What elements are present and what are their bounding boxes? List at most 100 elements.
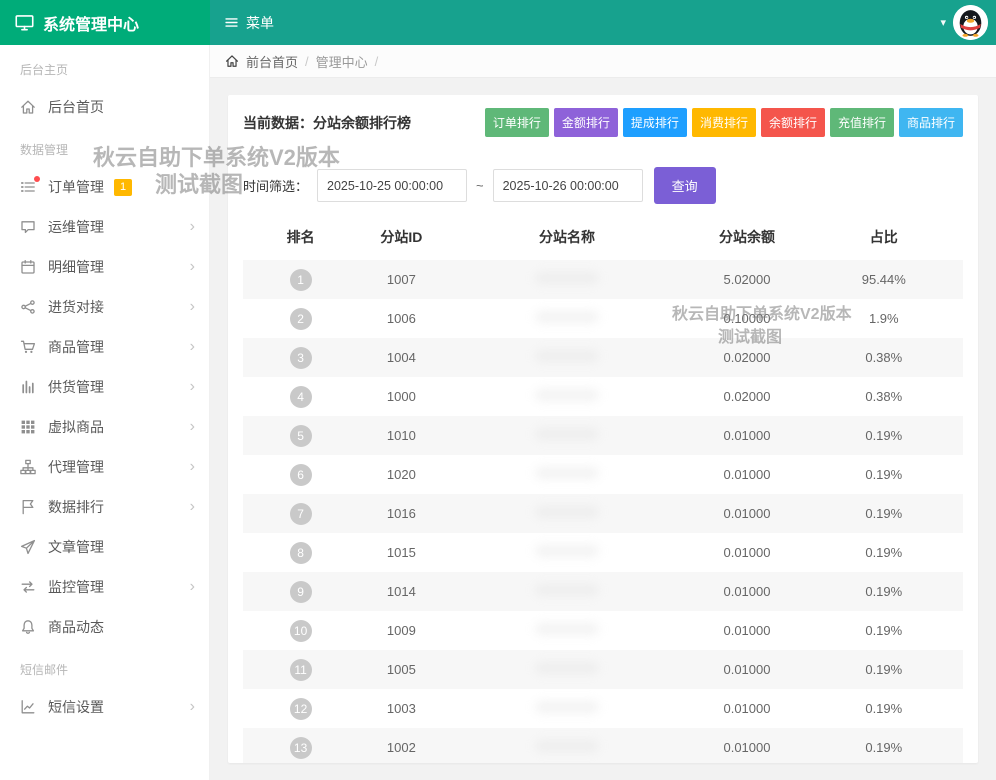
chevron-right-icon: › xyxy=(190,219,195,235)
site-id-cell: 1004 xyxy=(358,338,444,377)
exchange-icon xyxy=(20,579,36,595)
ratio-cell: 0.19% xyxy=(805,689,963,728)
rank-badge: 2 xyxy=(290,308,312,330)
cart-icon xyxy=(20,339,36,355)
user-avatar[interactable] xyxy=(953,5,988,40)
ratio-cell: 0.19% xyxy=(805,533,963,572)
chevron-right-icon: › xyxy=(190,579,195,595)
table-row[interactable]: 6 1020 0.01000 0.19% xyxy=(243,455,963,494)
ratio-cell: 0.38% xyxy=(805,377,963,416)
menu-toggle[interactable]: 菜单 xyxy=(224,13,274,33)
flag-icon xyxy=(20,499,36,515)
table-row[interactable]: 7 1016 0.01000 0.19% xyxy=(243,494,963,533)
site-id-cell: 1000 xyxy=(358,377,444,416)
balance-cell: 0.01000 xyxy=(689,494,804,533)
chevron-right-icon: › xyxy=(190,499,195,515)
table-row[interactable]: 4 1000 0.02000 0.38% xyxy=(243,377,963,416)
app-title: 系统管理中心 xyxy=(43,11,139,35)
menu-icon xyxy=(224,15,239,30)
site-name-cell xyxy=(445,260,690,299)
calendar-icon xyxy=(20,259,36,275)
table-row[interactable]: 8 1015 0.01000 0.19% xyxy=(243,533,963,572)
breadcrumb-separator: / xyxy=(305,54,309,69)
balance-cell: 0.01000 xyxy=(689,416,804,455)
redacted-site-name xyxy=(535,584,599,596)
ranking-card: 当前数据：分站余额排行榜 订单排行 金额排行 提成排行 消费排行 余额排行 充值… xyxy=(228,95,978,763)
sidebar-item-data-ranking[interactable]: 数据排行 › xyxy=(0,487,209,527)
home-icon xyxy=(225,54,239,68)
col-header-ratio: 占比 xyxy=(805,214,963,260)
rank-tab-orders[interactable]: 订单排行 xyxy=(485,108,549,137)
end-date-input[interactable] xyxy=(493,169,643,202)
table-row[interactable]: 5 1010 0.01000 0.19% xyxy=(243,416,963,455)
sidebar-item-virtual-goods[interactable]: 虚拟商品 › xyxy=(0,407,209,447)
rank-tab-consumption[interactable]: 消费排行 xyxy=(692,108,756,137)
table-row[interactable]: 10 1009 0.01000 0.19% xyxy=(243,611,963,650)
site-name-cell xyxy=(445,650,690,689)
site-name-cell xyxy=(445,728,690,763)
site-name-cell xyxy=(445,299,690,338)
sidebar-item-agent-management[interactable]: 代理管理 › xyxy=(0,447,209,487)
site-name-cell xyxy=(445,494,690,533)
rank-badge: 10 xyxy=(290,620,312,642)
site-id-cell: 1020 xyxy=(358,455,444,494)
sidebar-item-monitor-management[interactable]: 监控管理 › xyxy=(0,567,209,607)
sidebar-item-home[interactable]: 后台首页 xyxy=(0,87,209,127)
table-row[interactable]: 9 1014 0.01000 0.19% xyxy=(243,572,963,611)
sidebar-item-purchase-integration[interactable]: 进货对接 › xyxy=(0,287,209,327)
home-icon xyxy=(20,99,36,115)
ratio-cell: 0.19% xyxy=(805,728,963,763)
app-header: 系统管理中心 菜单 ▾ xyxy=(0,0,996,45)
breadcrumb-current-link[interactable]: 管理中心 xyxy=(316,52,368,71)
rank-badge: 3 xyxy=(290,347,312,369)
table-row[interactable]: 13 1002 0.01000 0.19% xyxy=(243,728,963,763)
sidebar-item-order-management[interactable]: 订单管理 1 xyxy=(0,167,209,207)
start-date-input[interactable] xyxy=(317,169,467,202)
breadcrumb-home-link[interactable]: 前台首页 xyxy=(246,52,298,71)
ratio-cell: 0.19% xyxy=(805,416,963,455)
site-name-cell xyxy=(445,377,690,416)
chevron-right-icon: › xyxy=(190,299,195,315)
rank-tab-goods[interactable]: 商品排行 xyxy=(899,108,963,137)
count-badge: 1 xyxy=(114,179,132,196)
share-icon xyxy=(20,299,36,315)
query-button[interactable]: 查询 xyxy=(654,167,716,204)
sidebar-item-supply-management[interactable]: 供货管理 › xyxy=(0,367,209,407)
topbar: 菜单 ▾ xyxy=(210,0,996,45)
redacted-site-name xyxy=(535,272,599,284)
table-row[interactable]: 11 1005 0.01000 0.19% xyxy=(243,650,963,689)
rank-tab-recharge[interactable]: 充值排行 xyxy=(830,108,894,137)
table-row[interactable]: 2 1006 0.10000 1.9% xyxy=(243,299,963,338)
rank-tab-balance[interactable]: 余额排行 xyxy=(761,108,825,137)
table-header-row: 排名 分站ID 分站名称 分站余额 占比 xyxy=(243,214,963,260)
caret-down-icon[interactable]: ▾ xyxy=(940,16,946,29)
redacted-site-name xyxy=(535,350,599,362)
balance-cell: 0.02000 xyxy=(689,377,804,416)
sidebar-item-detail-management[interactable]: 明细管理 › xyxy=(0,247,209,287)
sidebar-item-goods-dynamic[interactable]: 商品动态 xyxy=(0,607,209,647)
redacted-site-name xyxy=(535,428,599,440)
sidebar-item-label: 监控管理 xyxy=(48,577,104,597)
send-icon xyxy=(20,539,36,555)
brand[interactable]: 系统管理中心 xyxy=(0,0,210,45)
sidebar-item-label: 订单管理 xyxy=(48,177,104,197)
sidebar: 后台主页 后台首页 数据管理 订单管理 1 运维管理 › 明细管理 › 进 xyxy=(0,45,210,780)
sidebar-item-sms-settings[interactable]: 短信设置 › xyxy=(0,687,209,727)
notification-dot xyxy=(34,176,40,182)
redacted-site-name xyxy=(535,311,599,323)
sitemap-icon xyxy=(20,459,36,475)
table-row[interactable]: 1 1007 5.02000 95.44% xyxy=(243,260,963,299)
sidebar-item-goods-management[interactable]: 商品管理 › xyxy=(0,327,209,367)
sidebar-item-article-management[interactable]: 文章管理 xyxy=(0,527,209,567)
rank-badge: 11 xyxy=(290,659,312,681)
redacted-site-name xyxy=(535,701,599,713)
table-row[interactable]: 12 1003 0.01000 0.19% xyxy=(243,689,963,728)
rank-badge: 6 xyxy=(290,464,312,486)
list-icon xyxy=(20,179,36,195)
sidebar-item-ops-management[interactable]: 运维管理 › xyxy=(0,207,209,247)
site-name-cell xyxy=(445,338,690,377)
rank-tab-commission[interactable]: 提成排行 xyxy=(623,108,687,137)
table-row[interactable]: 3 1004 0.02000 0.38% xyxy=(243,338,963,377)
breadcrumb-separator: / xyxy=(375,54,379,69)
rank-tab-amount[interactable]: 金额排行 xyxy=(554,108,618,137)
